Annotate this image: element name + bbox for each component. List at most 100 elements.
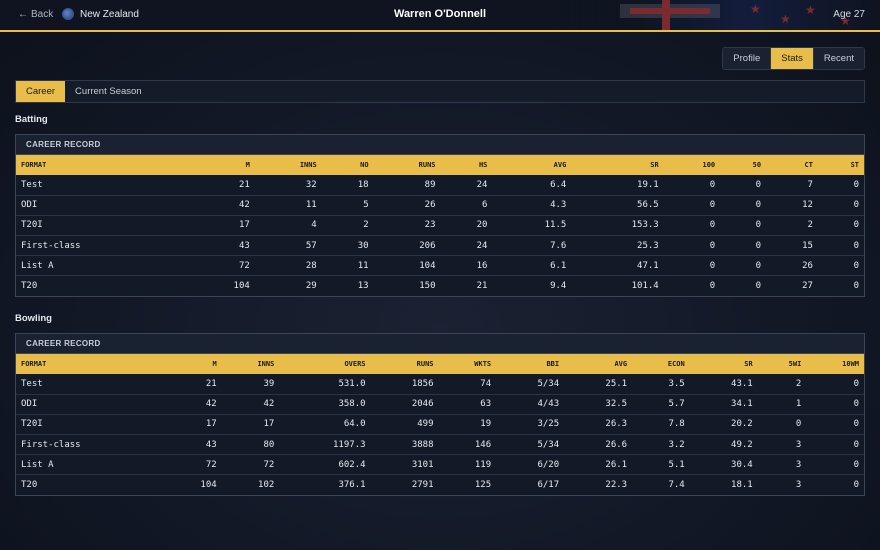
stat-cell: 34.1 (689, 393, 758, 415)
stat-cell: 7.6 (492, 235, 572, 256)
table-row: Test 21 39 531.0 1856 74 5/34 25.1 3.5 43.1 2 0 (16, 374, 864, 394)
stat-cell: 43.1 (731, 378, 753, 389)
stat-cell: 7 (807, 179, 813, 190)
stat-cell: 1197.3 (279, 434, 371, 455)
format-cell: First-class (16, 434, 166, 455)
stat-cell: 20 (440, 214, 493, 236)
stat-cell: 0 (806, 454, 864, 475)
stat-cell: 74 (480, 378, 492, 389)
stat-cell: 7.4 (632, 474, 690, 496)
table-row: ODI 42 11 5 26 6 4.3 56.5 0 0 12 0 (16, 194, 864, 216)
stat-cell: 21 (205, 378, 217, 389)
stat-cell: 25.1 (605, 378, 628, 389)
stat-cell: 28 (254, 255, 322, 276)
stat-cell: 19 (438, 413, 497, 435)
tab-current-season[interactable]: Current Season (65, 81, 152, 102)
stat-cell: 25.3 (571, 235, 664, 256)
stat-cell: 0 (663, 255, 721, 276)
stat-cell: 6.1 (492, 255, 572, 276)
table-row: T20 104 102 376.1 2791 125 6/17 22.3 7.4 18.1 3 0 (16, 474, 864, 496)
stat-cell: 3888 (370, 434, 439, 455)
format-cell: T20I (16, 214, 190, 236)
stat-cell: 0 (817, 235, 864, 256)
stat-cell: 102 (221, 474, 280, 496)
stat-cell: 72 (189, 255, 255, 276)
stat-cell: 3.2 (632, 434, 690, 455)
stat-cell: 5/34 (537, 378, 560, 389)
stat-cell: 0 (806, 393, 864, 415)
stat-cell: 125 (438, 474, 497, 496)
stat-cell: 18.1 (689, 474, 758, 496)
stat-cell: 2 (321, 214, 374, 236)
stat-cell: 57 (254, 235, 322, 256)
stat-cell: 63 (438, 393, 497, 415)
stat-cell: 2 (795, 378, 802, 389)
stat-cell: 358.0 (279, 393, 371, 415)
stat-cell: 32.5 (564, 393, 633, 415)
stat-cell: 0 (720, 235, 767, 256)
stat-cell: 0 (709, 179, 716, 190)
stat-cell: 531.0 (338, 378, 366, 389)
column-header: ECON (667, 360, 685, 368)
stat-cell: 5/34 (496, 434, 565, 455)
format-cell: T20 (16, 474, 166, 496)
format-cell: Test (21, 179, 43, 190)
stat-cell: 0 (663, 275, 721, 297)
stat-cell: 20.2 (689, 413, 758, 435)
table-row: T20 104 29 13 150 21 9.4 101.4 0 0 27 0 (16, 275, 864, 297)
stat-cell: 6 (440, 194, 493, 216)
stat-cell: 0 (720, 255, 767, 276)
stat-cell: 12 (766, 194, 818, 216)
stat-cell: 4 (254, 214, 322, 236)
table-row: ODI 42 42 358.0 2046 63 4/43 32.5 5.7 34.1 1 0 (16, 393, 864, 415)
stat-cell: 119 (438, 454, 497, 475)
stat-cell: 0 (757, 413, 807, 435)
stat-cell: 30.4 (689, 454, 758, 475)
table-row: First-class 43 80 1197.3 3888 146 5/34 26.6 3.2 4… (16, 434, 864, 455)
stat-cell: 602.4 (279, 454, 371, 475)
stat-cell: 26 (766, 255, 818, 276)
format-cell: List A (16, 454, 166, 475)
stat-cell: 0 (817, 255, 864, 276)
column-header: FORMAT (21, 360, 47, 368)
batting-panel: CAREER RECORD FORMAT M INNS NO RUNS HS AVG SR 10… (15, 134, 865, 298)
stat-cell: 0 (853, 378, 859, 389)
stat-cell: 72 (221, 454, 280, 475)
stat-cell: 11.5 (492, 214, 572, 236)
stat-cell: 5.1 (632, 454, 690, 475)
stat-cell: 89 (424, 179, 436, 190)
view-tabs: Profile Stats Recent (722, 47, 865, 70)
stat-cell: 21 (238, 179, 250, 190)
tab-stats[interactable]: Stats (770, 48, 813, 69)
tab-career[interactable]: Career (16, 81, 66, 102)
tab-profile[interactable]: Profile (723, 48, 771, 69)
batting-section-title: Batting (15, 114, 48, 125)
stat-cell: 206 (373, 235, 441, 256)
stat-cell: 146 (438, 434, 497, 455)
stat-cell: 1856 (411, 378, 434, 389)
format-cell: First-class (16, 235, 190, 256)
table-row: First-class 43 57 30 206 24 7.6 25.3 0 0 15 0 (16, 235, 864, 256)
stat-cell: 72 (165, 454, 222, 475)
stat-cell: 0 (817, 214, 864, 236)
stat-cell: 42 (189, 194, 255, 216)
column-header: FORMAT (21, 161, 47, 169)
column-header: NO (360, 161, 369, 169)
format-cell: T20 (16, 275, 190, 297)
stat-cell: 3.5 (668, 378, 685, 389)
stat-cell: 6/17 (496, 474, 565, 496)
column-header: SR (744, 360, 753, 368)
bowling-panel: CAREER RECORD FORMAT M INNS OVERS RUNS WKTS BB… (15, 333, 865, 497)
stat-cell: 39 (263, 378, 275, 389)
stat-cell: 47.1 (571, 255, 664, 276)
stat-cell: 3 (757, 474, 807, 496)
table-row: T20I 17 17 64.0 499 19 3/25 26.3 7.8 20.2 0 0 (16, 413, 864, 435)
top-bar: ★ ★ ★ ★ ← Back New Zealand Warren O'Donne… (0, 0, 880, 32)
stat-cell: 43 (165, 434, 222, 455)
stat-cell: 5 (321, 194, 374, 216)
stat-cell: 30 (321, 235, 374, 256)
format-cell: List A (16, 255, 190, 276)
batting-panel-title: CAREER RECORD (16, 135, 864, 155)
tab-recent[interactable]: Recent (812, 48, 864, 69)
bowling-table: FORMAT M INNS OVERS RUNS WKTS BBI AVG ECON SR 5WI 1… (16, 354, 864, 496)
